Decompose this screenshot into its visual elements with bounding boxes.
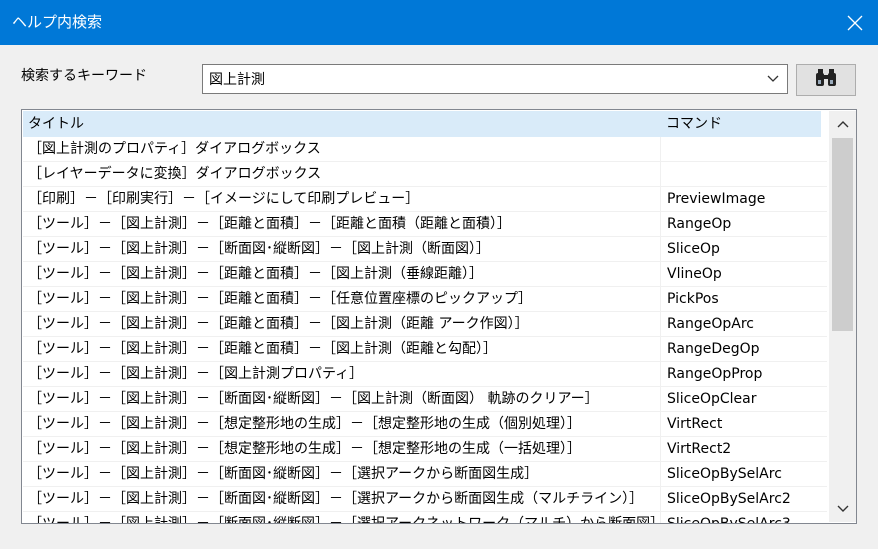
scrollbar-thumb[interactable] [832, 138, 853, 331]
row-command: SliceOpBySelArc2 [667, 491, 791, 507]
row-command: VirtRect2 [667, 441, 732, 457]
column-divider [660, 337, 661, 362]
row-title: ［ツール］－［図上計測］－［距離と面積］－［図上計測（距離 アーク作図）］ [28, 316, 529, 332]
row-command: VlineOp [667, 266, 722, 282]
table-row[interactable]: ［ツール］－［図上計測］－［断面図･縦断図］－［選択アークネットワーク（マルチ）… [23, 512, 827, 523]
row-title: ［ツール］－［図上計測］－［想定整形地の生成］－［想定整形地の生成（個別処理）］ [28, 416, 581, 432]
find-button[interactable] [796, 64, 856, 96]
chevron-down-icon[interactable] [829, 496, 856, 522]
column-divider [660, 412, 661, 437]
column-divider [660, 137, 661, 162]
row-title: ［ツール］－［図上計測］－［距離と面積］－［距離と面積（距離と面積）］ [28, 216, 511, 232]
row-command: SliceOpBySelArc3 [667, 514, 791, 523]
row-command: SliceOpBySelArc [667, 466, 782, 482]
row-title: ［ツール］－［図上計測］－［断面図･縦断図］－［選択アークから断面図生成］ [28, 466, 539, 482]
row-title: ［ツール］－［図上計測］－［図上計測プロパティ］ [28, 366, 364, 382]
keyword-combobox[interactable]: 図上計測 [202, 64, 788, 94]
row-command: SliceOpClear [667, 391, 757, 407]
table-row[interactable]: ［図上計測のプロパティ］ダイアログボックス [23, 137, 827, 162]
table-row[interactable]: ［ツール］－［図上計測］－［距離と面積］－［図上計測（垂線距離）］ VlineOp [23, 262, 827, 287]
row-title: ［図上計測のプロパティ］ダイアログボックス [28, 141, 321, 157]
table-row[interactable]: ［ツール］－［図上計測］－［断面図･縦断図］－［選択アークから断面図生成（マルチ… [23, 487, 827, 512]
keyword-value[interactable]: 図上計測 [209, 70, 265, 90]
table-row[interactable]: ［ツール］－［図上計測］－［断面図･縦断図］－［選択アークから断面図生成］ Sli… [23, 462, 827, 487]
row-title: ［ツール］－［図上計測］－［想定整形地の生成］－［想定整形地の生成（一括処理）］ [28, 441, 581, 457]
close-icon[interactable] [832, 0, 878, 45]
list-rows: ［図上計測のプロパティ］ダイアログボックス ［レイヤーデータに変換］ダイアログボッ… [23, 137, 827, 523]
column-divider [660, 287, 661, 312]
column-divider [660, 462, 661, 487]
row-title: ［ツール］－［図上計測］－［距離と面積］－［図上計測（距離と勾配）］ [28, 341, 497, 357]
vertical-scrollbar[interactable] [829, 111, 856, 522]
column-divider [660, 237, 661, 262]
column-divider [660, 512, 661, 523]
list-header: タイトル コマンド [23, 111, 821, 137]
row-title: ［印刷］－［印刷実行］－［イメージにして印刷プレビュー］ [28, 191, 420, 207]
row-title: ［レイヤーデータに変換］ダイアログボックス [28, 166, 322, 182]
column-divider [660, 437, 661, 462]
row-command: PreviewImage [667, 191, 766, 207]
table-row[interactable]: ［ツール］－［図上計測］－［想定整形地の生成］－［想定整形地の生成（一括処理）］… [23, 437, 827, 462]
table-row[interactable]: ［ツール］－［図上計測］－［断面図･縦断図］－［図上計測（断面図）］ SliceO… [23, 237, 827, 262]
column-header-title[interactable]: タイトル [28, 114, 84, 134]
row-title: ［ツール］－［図上計測］－［断面図･縦断図］－［図上計測（断面図） 軌跡のクリア… [28, 391, 599, 407]
chevron-up-icon[interactable] [829, 111, 856, 137]
table-row[interactable]: ［ツール］－［図上計測］－［距離と面積］－［図上計測（距離 アーク作図）］ Ran… [23, 312, 827, 337]
column-divider [660, 387, 661, 412]
table-row[interactable]: ［ツール］－［図上計測］－［距離と面積］－［距離と面積（距離と面積）］ Range… [23, 212, 827, 237]
window-title: ヘルプ内検索 [12, 13, 103, 31]
column-divider [660, 362, 661, 387]
table-row[interactable]: ［ツール］－［図上計測］－［断面図･縦断図］－［図上計測（断面図） 軌跡のクリア… [23, 387, 827, 412]
row-title: ［ツール］－［図上計測］－［断面図･縦断図］－［選択アークネットワーク（マルチ）… [28, 514, 658, 523]
column-divider [660, 262, 661, 287]
column-divider [660, 212, 661, 237]
results-list[interactable]: タイトル コマンド ［図上計測のプロパティ］ダイアログボックス ［レイヤーデータに… [21, 109, 857, 524]
column-divider [660, 487, 661, 512]
column-divider [660, 312, 661, 337]
row-command: SliceOp [667, 241, 720, 257]
binoculars-icon [813, 68, 839, 92]
row-title: ［ツール］－［図上計測］－［距離と面積］－［図上計測（垂線距離）］ [28, 266, 483, 282]
row-command: RangeOpArc [667, 316, 755, 332]
column-divider [660, 187, 661, 212]
row-command: RangeOpProp [667, 366, 763, 382]
table-row[interactable]: ［ツール］－［図上計測］－［距離と面積］－［任意位置座標のピックアップ］ Pick… [23, 287, 827, 312]
row-title: ［ツール］－［図上計測］－［断面図･縦断図］－［選択アークから断面図生成（マルチ… [28, 491, 644, 507]
table-row[interactable]: ［ツール］－［図上計測］－［距離と面積］－［図上計測（距離と勾配）］ RangeD… [23, 337, 827, 362]
title-bar: ヘルプ内検索 [0, 0, 878, 45]
table-row[interactable]: ［ツール］－［図上計測］－［図上計測プロパティ］ RangeOpProp [23, 362, 827, 387]
row-command: VirtRect [667, 416, 723, 432]
row-command: RangeDegOp [667, 341, 760, 357]
column-divider [660, 162, 661, 187]
row-title: ［ツール］－［図上計測］－［距離と面積］－［任意位置座標のピックアップ］ [28, 291, 532, 307]
table-row[interactable]: ［印刷］－［印刷実行］－［イメージにして印刷プレビュー］ PreviewImage [23, 187, 827, 212]
row-command: PickPos [667, 291, 719, 307]
table-row[interactable]: ［ツール］－［図上計測］－［想定整形地の生成］－［想定整形地の生成（個別処理）］… [23, 412, 827, 437]
column-header-command[interactable]: コマンド [666, 114, 722, 134]
row-title: ［ツール］－［図上計測］－［断面図･縦断図］－［図上計測（断面図）］ [28, 241, 490, 257]
table-row[interactable]: ［レイヤーデータに変換］ダイアログボックス [23, 162, 827, 187]
row-command: RangeOp [667, 216, 732, 232]
chevron-down-icon[interactable] [763, 65, 783, 93]
keyword-label: 検索するキーワード [21, 68, 147, 84]
